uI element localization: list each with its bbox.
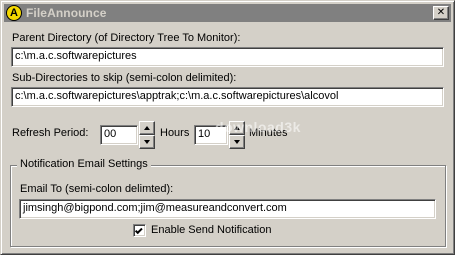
email-to-label: Email To (semi-colon delimted):	[20, 183, 174, 195]
minutes-down-button[interactable]	[229, 135, 245, 149]
close-icon: ✕	[436, 7, 446, 18]
email-to-input[interactable]: jimsingh@bigpond.com;jim@measureandconve…	[19, 199, 436, 219]
subdirectories-label: Sub-Directories to skip (semi-colon deli…	[12, 72, 237, 84]
hours-spinner	[139, 121, 155, 149]
window-title: FileAnnounce	[26, 6, 107, 20]
enable-notification-checkbox[interactable]	[133, 224, 146, 237]
app-a-icon: A	[6, 5, 22, 21]
checkmark-icon	[134, 225, 143, 234]
arrow-down-icon	[144, 140, 150, 144]
close-button[interactable]: ✕	[433, 6, 449, 20]
hours-input[interactable]: 00	[100, 125, 138, 145]
file-announce-window: A FileAnnounce ✕ Parent Directory (of Di…	[0, 0, 455, 255]
arrow-down-icon	[234, 140, 240, 144]
refresh-period-label: Refresh Period:	[12, 127, 89, 139]
subdirectories-input[interactable]: c:\m.a.c.softwarepictures\apptrak;c:\m.a…	[11, 87, 444, 107]
enable-notification-label[interactable]: Enable Send Notification	[151, 224, 271, 236]
parent-directory-label: Parent Directory (of Directory Tree To M…	[12, 32, 241, 44]
title-bar[interactable]: A FileAnnounce ✕	[4, 4, 451, 22]
watermark-text: download3k	[215, 119, 301, 135]
arrow-up-icon	[144, 126, 150, 130]
hours-down-button[interactable]	[139, 135, 155, 149]
hours-up-button[interactable]	[139, 121, 155, 135]
hours-label: Hours	[160, 127, 190, 139]
parent-directory-input[interactable]: c:\m.a.c.softwarepictures	[11, 47, 444, 67]
notification-group-title: Notification Email Settings	[17, 158, 151, 170]
